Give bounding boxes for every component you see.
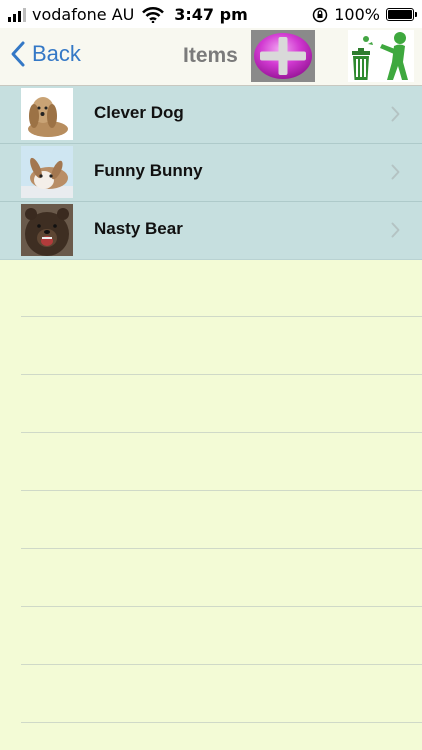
list-item[interactable]: Funny Bunny bbox=[0, 143, 422, 201]
bear-thumbnail bbox=[21, 204, 73, 256]
list-item-label: Funny Bunny bbox=[94, 161, 203, 180]
page-title: Items bbox=[183, 44, 238, 67]
row-separator bbox=[21, 490, 422, 491]
list-item[interactable]: Nasty Bear bbox=[0, 201, 422, 260]
trash-button[interactable] bbox=[348, 30, 414, 82]
row-separator bbox=[21, 548, 422, 549]
status-right: 100% bbox=[312, 5, 417, 24]
status-bar: vodafone AU 3:47 pm 100% bbox=[0, 0, 422, 28]
battery-icon bbox=[386, 8, 417, 21]
bunny-thumbnail bbox=[21, 146, 73, 198]
trash-icon bbox=[352, 32, 408, 80]
chevron-right-icon bbox=[391, 222, 400, 238]
plus-icon bbox=[254, 33, 312, 79]
list-item-label: Clever Dog bbox=[94, 103, 184, 122]
dog-thumbnail bbox=[21, 88, 73, 140]
add-item-button[interactable] bbox=[251, 30, 315, 82]
list-item[interactable]: Clever Dog bbox=[0, 86, 422, 143]
items-list: Clever Dog Funny Bunny Nasty Bear bbox=[0, 86, 422, 260]
back-button-label: Back bbox=[32, 41, 81, 66]
back-button[interactable]: Back bbox=[10, 40, 81, 68]
navigation-bar: Back Items bbox=[0, 28, 422, 86]
row-separator bbox=[21, 606, 422, 607]
row-separator bbox=[21, 316, 422, 317]
row-separator bbox=[21, 432, 422, 433]
chevron-right-icon bbox=[391, 164, 400, 180]
row-separator bbox=[21, 722, 422, 723]
row-separator bbox=[21, 664, 422, 665]
row-separator bbox=[21, 374, 422, 375]
empty-rows bbox=[0, 258, 422, 750]
chevron-left-icon bbox=[11, 41, 25, 67]
orientation-lock-icon bbox=[313, 7, 328, 22]
battery-percent: 100% bbox=[334, 5, 380, 24]
list-item-label: Nasty Bear bbox=[94, 219, 183, 238]
chevron-right-icon bbox=[391, 106, 400, 122]
